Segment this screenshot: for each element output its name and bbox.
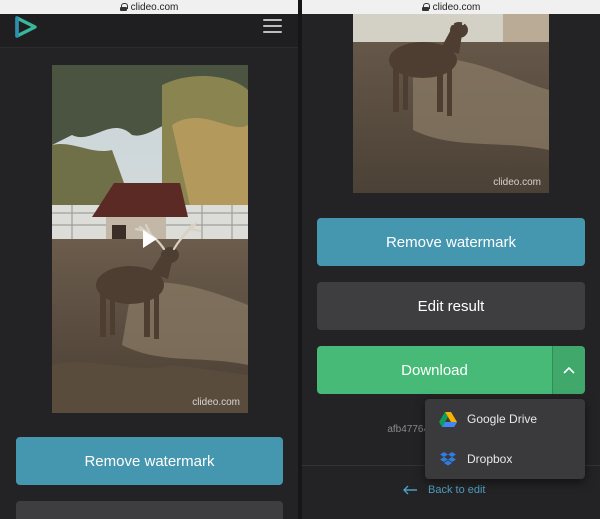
address-bar[interactable]: clideo.com [302, 0, 600, 14]
play-icon[interactable] [143, 230, 157, 248]
video-preview[interactable]: clideo.com [353, 0, 549, 193]
right-screen: clideo.com clideo.com Remove watermark E… [302, 0, 600, 519]
dropbox-icon [440, 452, 456, 466]
video-watermark: clideo.com [192, 397, 240, 408]
chevron-up-icon [563, 366, 575, 374]
download-options-toggle[interactable] [552, 346, 585, 394]
menu-icon[interactable] [263, 19, 282, 33]
menu-item-dropbox[interactable]: Dropbox [425, 439, 585, 479]
url-text: clideo.com [432, 1, 481, 13]
address-bar[interactable]: clideo.com [0, 0, 298, 14]
edit-result-button-partial[interactable] [16, 501, 283, 519]
url-text: clideo.com [130, 1, 179, 13]
site-header [0, 14, 298, 48]
remove-watermark-button[interactable]: Remove watermark [16, 437, 283, 485]
video-watermark: clideo.com [493, 177, 541, 188]
video-preview[interactable]: clideo.com [52, 65, 248, 413]
menu-item-google-drive[interactable]: Google Drive [425, 399, 585, 439]
remove-watermark-button[interactable]: Remove watermark [317, 218, 585, 266]
left-screen: clideo.com clideo.com Remove watermark [0, 0, 298, 519]
back-to-edit-label: Back to edit [428, 484, 486, 496]
menu-item-label: Google Drive [467, 412, 538, 426]
back-to-edit-link[interactable]: Back to edit [402, 484, 485, 496]
lock-icon [119, 3, 128, 11]
edit-result-button[interactable]: Edit result [317, 282, 585, 330]
menu-item-label: Dropbox [467, 452, 513, 466]
download-button[interactable]: Download [317, 346, 552, 394]
clideo-logo-icon[interactable] [14, 16, 38, 38]
download-menu: Google Drive Dropbox [425, 399, 585, 479]
lock-icon [421, 3, 430, 11]
google-drive-icon [439, 412, 457, 427]
video-frame [353, 0, 549, 193]
arrow-left-icon [403, 485, 417, 495]
